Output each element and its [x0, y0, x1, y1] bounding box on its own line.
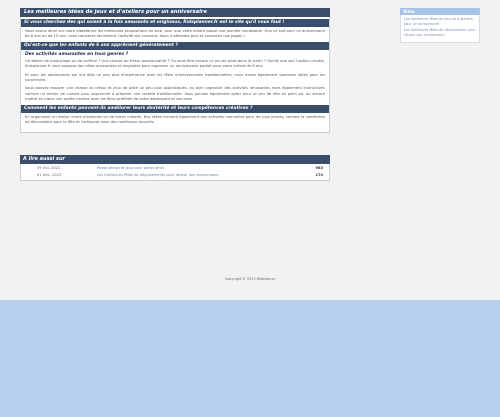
- section-activities: Qu'est-ce que les enfants de 6 ans appré…: [21, 42, 329, 102]
- paragraph: En organisant un atelier d'arts plastiqu…: [25, 115, 325, 125]
- article-count: 983: [315, 165, 323, 170]
- section-creativity: Comment les enfants peuvent-ils améliore…: [21, 105, 329, 125]
- paragraph: Vous pouvez essayer une chasse au trésor…: [25, 86, 325, 101]
- article-link[interactable]: Passe-temps et jeux pour petits amis: [97, 165, 313, 172]
- sidebar: Sites Les meilleures fêtes de jeux et d'…: [400, 8, 480, 44]
- related-articles: A lire aussi sur 09 Oct. 2022 Passe-temp…: [20, 154, 330, 181]
- related-articles-list: 09 Oct. 2022 Passe-temps et jeux pour pe…: [20, 163, 330, 181]
- paragraph: Un atelier de maquillage ou de coiffure …: [25, 59, 325, 69]
- sidebar-box: Les meilleures fêtes de jeux et d'atelie…: [400, 15, 480, 44]
- list-item: 01 Dec. 2022 Les meilleures fêtes de dég…: [21, 172, 329, 179]
- footer-copyright: Copyright © 2015 Website.es: [224, 277, 276, 281]
- article-link[interactable]: Les meilleures fêtes de déguisements pou…: [97, 172, 313, 179]
- page-background: Les meilleures idées de jeux et d'atelie…: [0, 0, 500, 300]
- main-content: Les meilleures idées de jeux et d'atelie…: [20, 8, 330, 181]
- section-intro: Si vous cherchez des qui soient à la foi…: [21, 19, 329, 39]
- sidebar-title: Sites: [400, 8, 480, 15]
- related-articles-title: A lire aussi sur: [20, 154, 330, 164]
- article-date: 09 Oct. 2022: [37, 165, 61, 170]
- section-heading: Si vous cherchez des qui soient à la foi…: [21, 19, 329, 27]
- section-subtitle: Des activités amusantes en tous genres ?: [25, 52, 129, 58]
- paragraph: Et pour les adolescents qui ont déjà un …: [25, 72, 325, 83]
- sidebar-link[interactable]: Les meilleures fêtes de jeux et d'atelie…: [404, 17, 476, 26]
- list-item: 09 Oct. 2022 Passe-temps et jeux pour pe…: [21, 165, 329, 172]
- article-date: 01 Dec. 2022: [37, 172, 62, 177]
- content-box: Si vous cherchez des qui soient à la foi…: [20, 17, 330, 133]
- section-heading: Qu'est-ce que les enfants de 6 ans appré…: [21, 42, 329, 51]
- paragraph: Nous avons réuni sur notre plateforme le…: [25, 28, 325, 39]
- article-count: 174: [315, 172, 323, 177]
- sidebar-link[interactable]: Les meilleures fêtes de déguisement pour…: [404, 28, 476, 37]
- section-heading: Comment les enfants peuvent-ils améliore…: [21, 105, 329, 114]
- page-title: Les meilleures idées de jeux et d'atelie…: [20, 8, 330, 17]
